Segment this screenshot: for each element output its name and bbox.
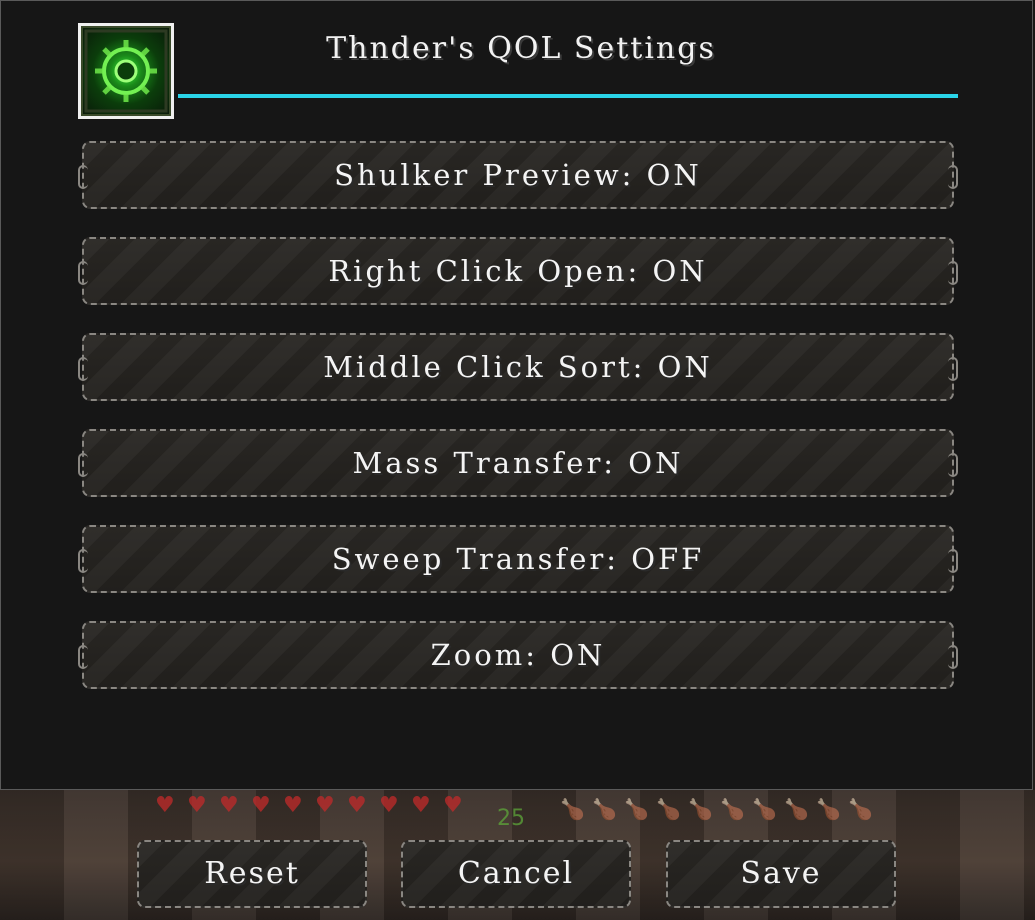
cancel-button[interactable]: Cancel bbox=[401, 840, 631, 908]
health-bar: ♥ ♥ ♥ ♥ ♥ ♥ ♥ ♥ ♥ ♥ bbox=[155, 795, 469, 817]
drumstick-icon: 🍗 bbox=[560, 797, 585, 821]
drumstick-icon: 🍗 bbox=[784, 797, 809, 821]
heart-icon: ♥ bbox=[411, 793, 431, 818]
green-gear-emblem-icon bbox=[81, 26, 171, 116]
drumstick-icon: 🍗 bbox=[752, 797, 777, 821]
sweep-transfer-toggle[interactable]: Sweep Transfer: OFF bbox=[78, 525, 958, 593]
drumstick-icon: 🍗 bbox=[656, 797, 681, 821]
drumstick-icon: 🍗 bbox=[816, 797, 841, 821]
title-underline bbox=[178, 94, 958, 98]
reset-button[interactable]: Reset bbox=[137, 840, 367, 908]
middle-click-sort-toggle[interactable]: Middle Click Sort: ON bbox=[78, 333, 958, 401]
drumstick-icon: 🍗 bbox=[720, 797, 745, 821]
heart-icon: ♥ bbox=[251, 793, 271, 818]
heart-icon: ♥ bbox=[443, 793, 463, 818]
heart-icon: ♥ bbox=[219, 793, 239, 818]
drumstick-icon: 🍗 bbox=[688, 797, 713, 821]
shulker-preview-toggle[interactable]: Shulker Preview: ON bbox=[78, 141, 958, 209]
heart-icon: ♥ bbox=[283, 793, 303, 818]
game-screen: ♥ ♥ ♥ ♥ ♥ ♥ ♥ ♥ ♥ ♥ 25 🍗 🍗 🍗 🍗 🍗 🍗 🍗 🍗 🍗… bbox=[0, 0, 1035, 920]
heart-icon: ♥ bbox=[347, 793, 367, 818]
zoom-toggle[interactable]: Zoom: ON bbox=[78, 621, 958, 689]
save-button[interactable]: Save bbox=[666, 840, 896, 908]
settings-panel: Thnder's QOL Settings Shulker Preview: O… bbox=[0, 0, 1033, 790]
heart-icon: ♥ bbox=[155, 793, 175, 818]
mod-logo bbox=[78, 23, 174, 119]
drumstick-icon: 🍗 bbox=[848, 797, 873, 821]
heart-icon: ♥ bbox=[315, 793, 335, 818]
page-title: Thnder's QOL Settings bbox=[326, 31, 716, 66]
heart-icon: ♥ bbox=[187, 793, 207, 818]
drumstick-icon: 🍗 bbox=[592, 797, 617, 821]
heart-icon: ♥ bbox=[379, 793, 399, 818]
right-click-open-toggle[interactable]: Right Click Open: ON bbox=[78, 237, 958, 305]
xp-level: 25 bbox=[497, 806, 525, 831]
mass-transfer-toggle[interactable]: Mass Transfer: ON bbox=[78, 429, 958, 497]
drumstick-icon: 🍗 bbox=[624, 797, 649, 821]
hunger-bar: 🍗 🍗 🍗 🍗 🍗 🍗 🍗 🍗 🍗 🍗 bbox=[560, 797, 873, 821]
